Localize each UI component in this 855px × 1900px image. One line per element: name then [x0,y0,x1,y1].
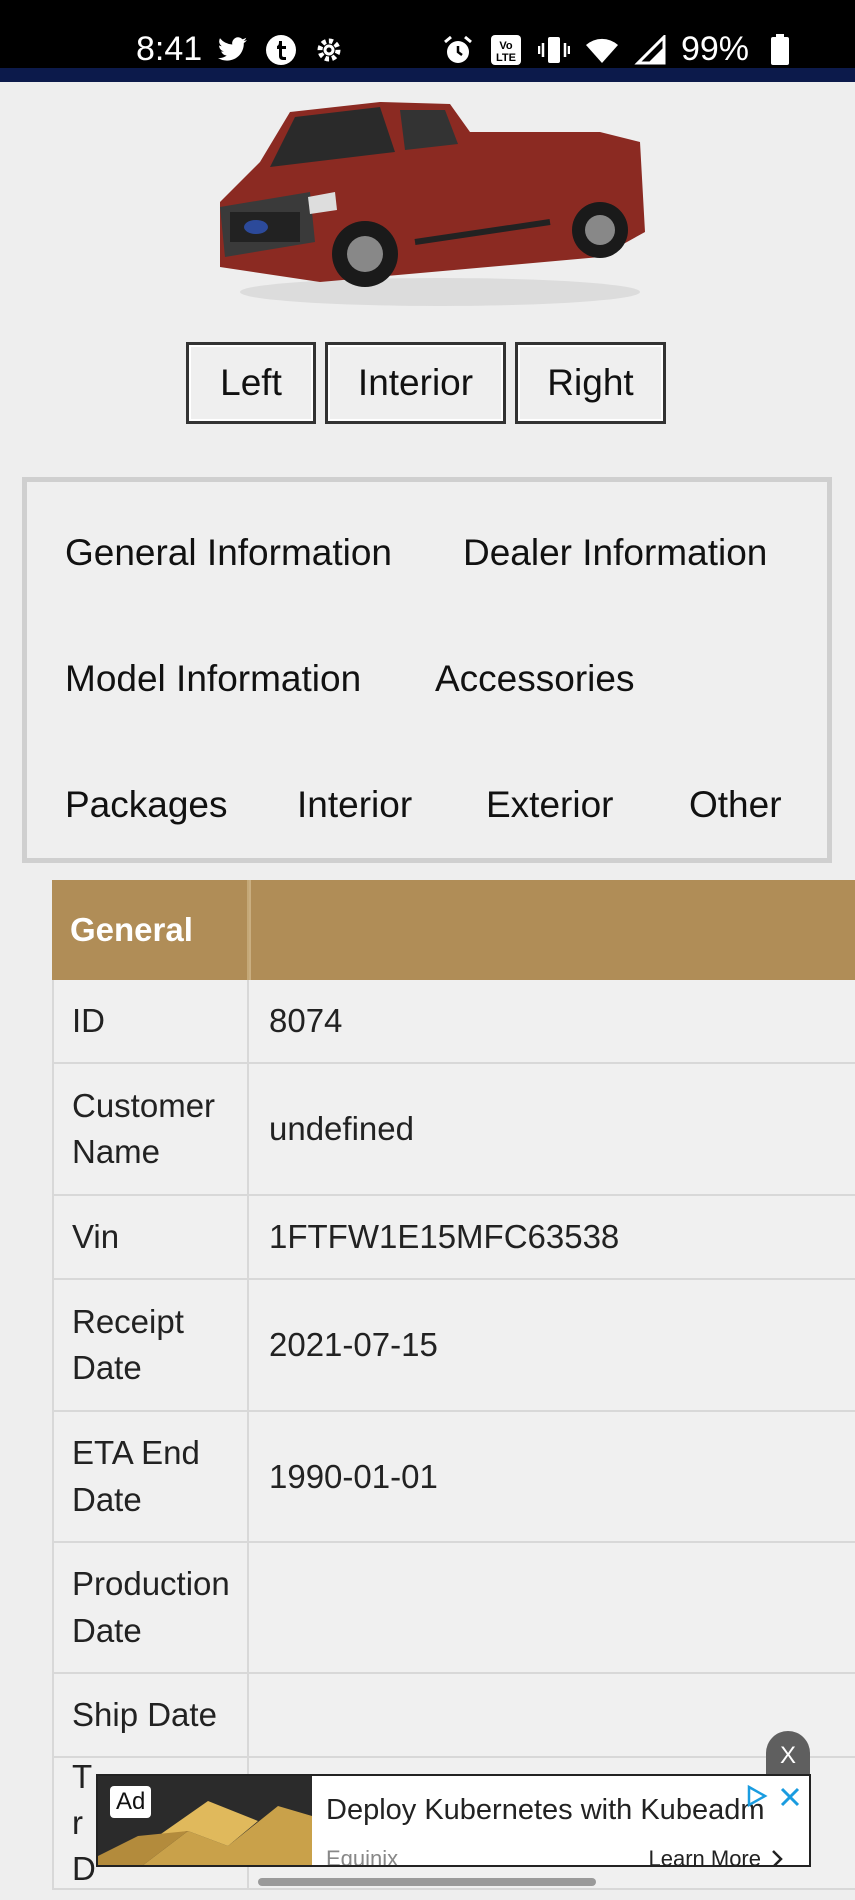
ad-learn-more-label: Learn More [648,1846,761,1867]
table-row: Customer Name undefined [52,1064,855,1196]
gesture-bar[interactable] [258,1878,596,1886]
row-value [249,1543,855,1672]
settings-icon [312,33,346,67]
view-left-button[interactable]: Left [186,342,316,424]
signal-icon [633,33,667,67]
table-row: Vin 1FTFW1E15MFC63538 [52,1196,855,1280]
svg-text:Vo: Vo [499,40,513,52]
tab-general-information[interactable]: General Information [65,532,392,574]
row-label: Customer Name [52,1064,249,1194]
svg-text:LTE: LTE [496,52,516,64]
battery-icon [763,33,797,67]
row-value: undefined [269,1110,414,1147]
view-buttons: Left Interior Right [186,342,666,424]
tab-interior[interactable]: Interior [297,784,412,826]
table-row: Receipt Date 2021-07-15 [52,1280,855,1412]
row-value [249,1674,855,1756]
tab-dealer-information[interactable]: Dealer Information [463,532,767,574]
close-icon[interactable] [779,1782,801,1816]
alarm-icon [441,33,475,67]
clock: 8:41 [136,30,203,68]
tab-packages[interactable]: Packages [65,784,228,826]
row-value: 2021-07-15 [269,1326,438,1363]
status-left: 8:41 [136,30,346,69]
wifi-icon [585,33,619,67]
tab-accessories[interactable]: Accessories [435,658,634,700]
row-value: 8074 [269,1002,343,1039]
truck-image [200,92,670,312]
adchoices-icon[interactable] [745,1784,769,1813]
row-value: 1FTFW1E15MFC63538 [269,1218,620,1255]
tab-model-information[interactable]: Model Information [65,658,361,700]
row-label: ID [52,980,249,1062]
general-table: General ID 8074 Customer Name undefined … [52,880,855,1900]
view-right-button[interactable]: Right [515,342,666,424]
table-header-label: General [52,880,249,980]
row-label: Vin [52,1196,249,1278]
header-strip [0,68,855,82]
table-header-value [249,880,855,980]
row-label: Receipt Date [52,1280,249,1410]
row-label: ETA End Date [52,1412,249,1541]
table-row: Production Date [52,1543,855,1674]
tumblr-icon [264,33,298,67]
vibrate-icon [537,33,571,67]
ad-brand: Equinix [326,1846,399,1867]
tab-exterior[interactable]: Exterior [486,784,613,826]
chevron-right-icon [772,1850,783,1865]
status-bar: 8:41 Vo LTE 99% [0,0,855,82]
volte-icon: Vo LTE [489,33,523,67]
row-label: Production Date [52,1543,249,1672]
row-value: 1990-01-01 [269,1457,438,1495]
view-interior-button[interactable]: Interior [325,342,506,424]
ad-title[interactable]: Deploy Kubernetes with Kubeadm [326,1794,764,1827]
table-row: ID 8074 [52,980,855,1064]
table-row: Ship Date [52,1674,855,1758]
table-row: ETA End Date 1990-01-01 [52,1412,855,1543]
twitter-icon [216,33,250,67]
ad-learn-more[interactable]: Learn More [648,1846,783,1867]
ad-badge: Ad [110,1786,152,1818]
ad-banner[interactable]: Ad Deploy Kubernetes with Kubeadm Equini… [96,1774,811,1867]
row-label: Ship Date [52,1674,249,1756]
table-header: General [52,880,855,980]
tab-other[interactable]: Other [689,784,782,826]
status-right: Vo LTE 99% [441,30,797,69]
info-tabs: General Information Dealer Information M… [22,477,832,863]
battery-percent: 99% [680,30,749,68]
